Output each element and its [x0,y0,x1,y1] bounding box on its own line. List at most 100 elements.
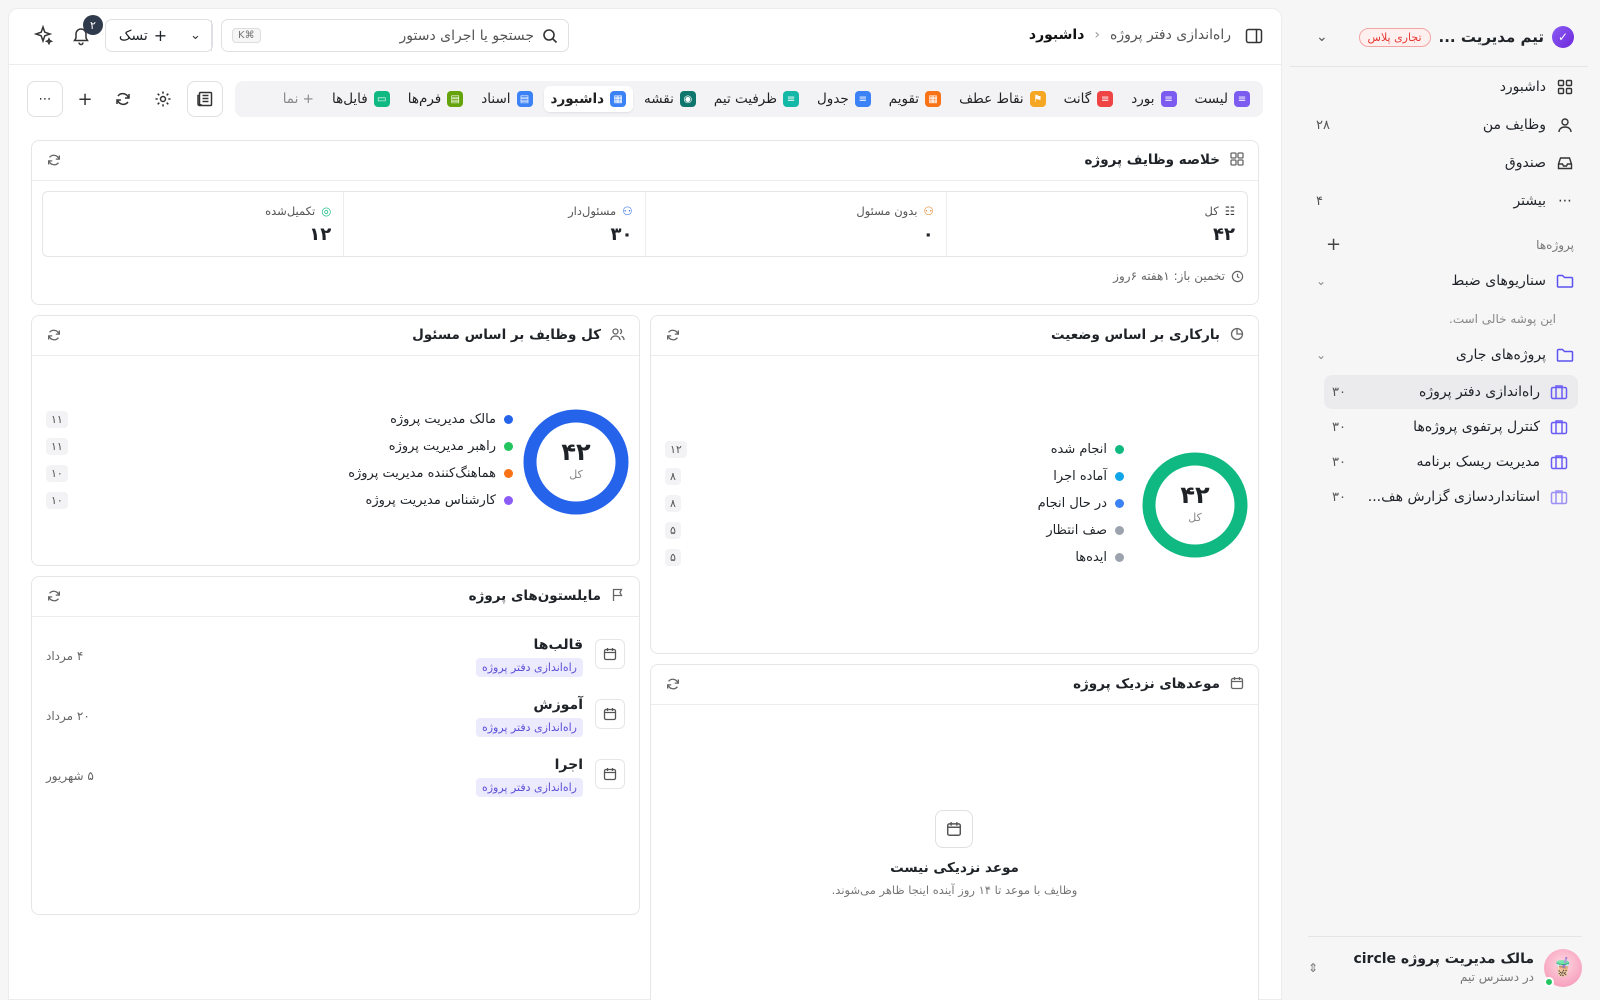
sidebar-item-more[interactable]: ⋯ بیشتر ۴ [1316,186,1574,216]
project-item[interactable]: مدیریت ریسک برنامه ۳۰ [1324,445,1578,479]
workspace-switcher[interactable]: ✓ تیم مدیریت ... تجاری پلاس ⌄ [1316,22,1574,52]
legend-count: ۱۰ [46,487,68,514]
project-item[interactable]: استانداردسازی گزارش هف... ۳۰ [1324,480,1578,514]
estimate-text: تخمین باز: ۱هفته ۶روز [1113,269,1225,283]
settings-gear-icon[interactable] [145,81,181,117]
refresh-icon[interactable] [665,676,683,694]
refresh-icon[interactable] [46,327,64,345]
milestone-row[interactable]: اجرا راه‌اندازی دفتر پروژه ۵ شهریور [46,757,625,817]
search-box[interactable]: ⌘K [221,19,569,52]
sidebar-item-dashboard[interactable]: داشبورد [1316,72,1574,102]
legend-count-value: ۱۰ [46,465,68,482]
milestone-project-tag[interactable]: راه‌اندازی دفتر پروژه [475,778,583,797]
tab-label: تقویم [888,91,920,107]
project-count: ۳۰ [1332,489,1346,505]
legend-dot [504,415,513,424]
legend-count: ۱۱ [46,433,68,460]
calendar-icon [595,759,625,789]
tab-view[interactable]: ▭ فایل‌ها [325,86,397,112]
chevron-down-icon[interactable]: ⌄ [1316,29,1328,45]
milestone-date: ۲۰ مرداد [46,709,90,723]
folder-current-projects[interactable]: پروژه‌های جاری ⌄ [1316,340,1574,370]
search-input[interactable] [268,27,534,44]
news-icon[interactable] [187,81,223,117]
tab-view[interactable]: ≡ گانت [1057,86,1121,112]
search-icon [542,28,558,44]
tab-label: داشبورد [550,91,605,107]
card-title: موعدهای نزدیک پروژه [1073,676,1220,692]
more-options-button[interactable]: ⋯ [27,81,63,117]
tab-view[interactable]: ▤ فرم‌ها [401,86,471,112]
chevron-down-icon: ⌄ [190,28,201,43]
refresh-icon[interactable] [46,588,64,606]
tab-view[interactable]: ▦ داشبورد [543,86,634,112]
legend-counts: ۱۱ ۱۱ ۱۰ ۱۰ [46,406,68,514]
user-check-icon: ⚇ [622,204,633,218]
tab-label: گانت [1063,91,1092,107]
new-task-dropdown[interactable]: ⌄ [180,20,212,51]
breadcrumb-project[interactable]: راه‌اندازی دفتر پروژه [1110,27,1231,43]
chevron-down-icon[interactable]: ⌄ [1316,274,1326,288]
new-task-main[interactable]: + تسک [106,26,180,45]
tab-view[interactable]: + نما [276,86,321,112]
milestone-project-tag[interactable]: راه‌اندازی دفتر پروژه [475,718,583,737]
user-menu[interactable]: 🧋 مالک مدیریت پروژه circle در دسترس تیم … [1308,936,1582,987]
folder-label: پروژه‌های جاری [1455,347,1546,363]
milestone-row[interactable]: آموزش راه‌اندازی دفتر پروژه ۲۰ مرداد [46,697,625,757]
milestone-project-tag[interactable]: راه‌اندازی دفتر پروژه [475,658,583,677]
folder-capture-scenarios[interactable]: سناریوهای ضبط ⌄ [1316,266,1574,296]
tab-view[interactable]: ≡ بورد [1124,86,1183,112]
add-project-button[interactable]: + [1326,234,1341,255]
legend-count: ۵ [665,544,687,571]
project-count: ۳۰ [1332,384,1346,400]
sidebar-toggle-icon[interactable] [1245,27,1263,45]
tab-view[interactable]: ◉ نقشه [637,86,703,112]
summary-stats: ☷ کل ۴۲ ⚇ بدون مسئول ۰ ⚇ مسئول‌دار ۳۰ ◎ تکمی… [42,191,1248,257]
tab-label: نقشه [644,91,674,107]
project-label: راه‌اندازی دفتر پروژه [1419,384,1540,400]
summary-card: خلاصه وظایف پروژه ☷ کل ۴۲ ⚇ بدون مسئول ۰ ⚇… [31,140,1259,305]
legend-dot [504,469,513,478]
legend-count-value: ۸ [665,495,681,512]
tab-view[interactable]: ▦ تقویم [882,86,948,112]
card-header: بارکاری بر اساس وضعیت [651,316,1258,356]
sidebar-item-inbox[interactable]: صندوق [1316,148,1574,178]
refresh-icon[interactable] [105,81,141,117]
sparkle-icon[interactable] [33,25,53,45]
calendar-icon [1228,676,1244,692]
tab-view[interactable]: ≡ لیست [1188,86,1258,112]
tab-view[interactable]: ≡ ظرفیت تیم [707,86,806,112]
project-item[interactable]: کنترل پرتفوی پروژه‌ها ۳۰ [1324,410,1578,444]
workload-status-card: بارکاری بر اساس وضعیت ۴۲ کل انجام شده آما… [650,315,1259,654]
tab-label: اسناد [481,91,511,107]
chevron-down-icon[interactable]: ⌄ [1316,348,1326,362]
card-header: موعدهای نزدیک پروژه [651,665,1258,705]
clock-icon [1231,270,1244,283]
card-header: کل وظایف بر اساس مسئول [32,316,639,356]
sidebar-item-my-tasks[interactable]: وظایف من ۲۸ [1316,110,1574,140]
view-type-icon: ⚑ [1029,91,1046,107]
briefcase-icon [1550,419,1568,435]
milestones-card: مایلستون‌های پروژه قالب‌ها راه‌اندازی دفت… [31,576,640,915]
legend-item: آماده اجرا [1038,463,1124,490]
tab-label: بورد [1131,91,1155,107]
project-count: ۳۰ [1332,419,1346,435]
refresh-icon[interactable] [665,327,683,345]
inbox-icon [1556,154,1574,172]
legend-count-value: ۱۰ [46,492,68,509]
legend-item: کارشناس مدیریت پروژه [348,487,513,514]
tab-label: جدول [817,91,849,107]
project-item[interactable]: راه‌اندازی دفتر پروژه ۳۰ [1324,375,1578,409]
tab-view[interactable]: ≡ جدول [810,86,878,112]
milestone-row[interactable]: قالب‌ها راه‌اندازی دفتر پروژه ۴ مرداد [46,637,625,697]
legend-item: در حال انجام [1038,490,1124,517]
add-view-button[interactable]: + [67,81,103,117]
legend-item: راهبر مدیریت پروژه [348,433,513,460]
new-task-button[interactable]: + تسک ⌄ [105,19,213,52]
chevron-updown-icon[interactable]: ⇕ [1308,961,1318,975]
legend-label: مالک مدیریت پروژه [390,412,496,427]
refresh-icon[interactable] [46,152,64,170]
stat-value: ۳۰ [610,224,633,245]
tab-view[interactable]: ⚑ نقاط عطف [952,86,1053,112]
tab-view[interactable]: ▤ اسناد [474,86,539,112]
